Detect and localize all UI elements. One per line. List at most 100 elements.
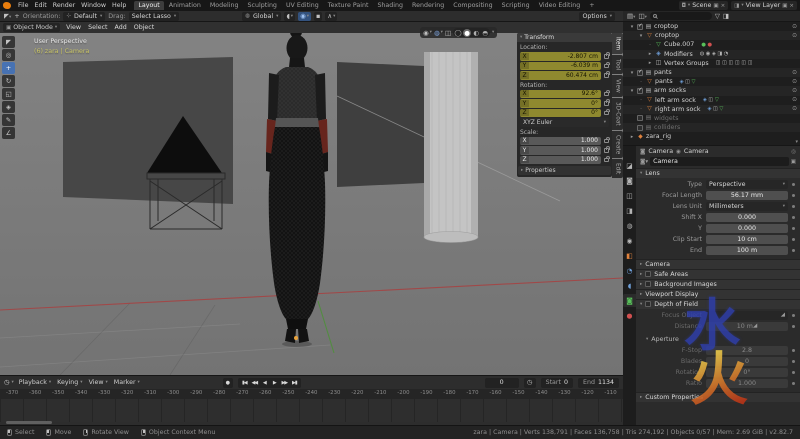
filter-icon[interactable]: ▽ <box>715 12 720 20</box>
location-field[interactable]: Y-6.039 m <box>520 62 601 71</box>
animate-dot[interactable] <box>792 194 795 197</box>
auto-keying-toggle[interactable]: ● <box>223 378 233 388</box>
outliner-row[interactable]: ▾ ▤ croptop ⊙ <box>623 22 800 31</box>
expander-icon[interactable]: · <box>638 97 644 103</box>
n-panel-tab[interactable]: View <box>612 75 623 97</box>
orientation-dropdown[interactable]: ⊹Default▾ <box>63 12 105 21</box>
topbar-menu-item[interactable]: Window <box>78 2 109 9</box>
transform-tool[interactable]: ◈ <box>2 101 15 113</box>
outliner-row[interactable]: ▸ ◈ Modifiers ◍◉◈◨◔ ⊙ <box>623 50 800 59</box>
property-field[interactable]: 10 m◢ <box>706 322 788 331</box>
view-layer-selector[interactable]: ◨▾ View Layer ▣ × <box>731 1 797 10</box>
lock-icon[interactable] <box>604 111 609 116</box>
outliner-item-label[interactable]: Modifiers <box>664 51 693 58</box>
animate-dot[interactable] <box>792 371 795 374</box>
breadcrumb-data[interactable]: Camera <box>684 148 709 155</box>
animate-dot[interactable] <box>792 183 795 186</box>
timeline-ruler[interactable]: -370-360-350-340-330-320-310-300-290-280… <box>0 389 623 399</box>
viewport-menu-item[interactable]: View <box>65 24 82 31</box>
outliner-row[interactable]: ▸ ◫ Vertex Groups ◫◫◫◫◫◫ ⊙ <box>623 59 800 68</box>
topbar-menu-item[interactable]: Help <box>109 2 129 9</box>
viewport-menu-item[interactable]: Object <box>133 24 156 31</box>
data-icon[interactable]: ◫ <box>722 60 727 66</box>
property-field[interactable]: Millimeters <box>706 202 788 211</box>
topbar-menu-item[interactable]: File <box>15 2 32 9</box>
data-icon[interactable]: ◫ <box>741 60 746 66</box>
falloff-dropdown[interactable]: ∧▾ <box>325 12 337 21</box>
data-icon[interactable]: ◈ <box>680 79 684 85</box>
outliner-row[interactable]: ▤ widgets ⊙ <box>623 114 800 123</box>
collection-checkbox[interactable] <box>637 70 643 76</box>
data-icon[interactable]: ◍ <box>700 51 705 57</box>
outliner-item-label[interactable]: arm socks <box>654 87 686 94</box>
eye-icon[interactable]: ⊙ <box>792 70 797 76</box>
display-mode-icon[interactable]: ◫▾ <box>638 12 646 20</box>
expander-icon[interactable]: · <box>638 106 644 112</box>
physics[interactable]: ◔ <box>623 264 636 277</box>
data-icon[interactable]: ◈ <box>708 106 712 112</box>
section-checkbox[interactable] <box>645 271 651 277</box>
scale-field[interactable]: Y1.000 <box>520 146 601 155</box>
property-field[interactable]: Perspective <box>706 180 788 189</box>
rotate-tool[interactable]: ↻ <box>2 75 15 87</box>
measure-tool[interactable]: ∠ <box>2 127 15 139</box>
rotation-mode-dropdown[interactable]: XYZ Euler▾ <box>520 118 609 127</box>
outliner-item-label[interactable]: croptop <box>655 32 679 39</box>
data-icon[interactable]: ◔ <box>724 51 729 57</box>
transport-button[interactable]: ◀ <box>260 380 269 386</box>
outliner-search-input[interactable] <box>650 12 712 20</box>
shading-dropdown-icon[interactable]: ▾ <box>492 30 494 35</box>
animate-dot[interactable] <box>792 382 795 385</box>
active-tool-icon[interactable]: ◤▾ <box>4 12 11 20</box>
workspace-tab[interactable]: Animation <box>165 1 205 10</box>
close-icon[interactable]: × <box>789 3 794 9</box>
animate-dot[interactable] <box>792 205 795 208</box>
expander-icon[interactable]: ▸ <box>629 134 635 140</box>
material[interactable]: ● <box>623 309 636 322</box>
options-dropdown[interactable]: Options▾ <box>579 12 615 21</box>
animate-dot[interactable] <box>792 216 795 219</box>
frame-end-field[interactable]: End1134 <box>578 378 619 388</box>
topbar-menu-item[interactable]: Edit <box>32 2 50 9</box>
transport-button[interactable]: ▶▶ <box>280 380 289 386</box>
animate-dot[interactable] <box>792 325 795 328</box>
rotation-field[interactable]: X92.6° <box>520 90 601 99</box>
animate-dot[interactable] <box>792 360 795 363</box>
workspace-tab[interactable]: UV Editing <box>282 1 323 10</box>
n-panel-tab[interactable]: Edit <box>612 159 623 178</box>
outliner-item-label[interactable]: left arm sock <box>655 97 696 104</box>
data-icon[interactable]: ◫ <box>729 60 734 66</box>
lens-section-header[interactable]: ▾Lens <box>636 168 800 178</box>
transport-button[interactable]: ▮◀ <box>240 380 249 386</box>
outliner-row[interactable]: · ▽ right arm sock ◈◫▽ ⊙ <box>623 105 800 114</box>
eye-icon[interactable]: ⊙ <box>792 24 797 30</box>
topbar-menu-item[interactable]: Render <box>50 2 78 9</box>
section-header[interactable]: ▸ Safe Areas <box>636 269 800 279</box>
outliner-item-label[interactable]: Cube.007 <box>664 41 694 48</box>
lock-icon[interactable] <box>604 158 609 163</box>
outliner-item-label[interactable]: Vertex Groups <box>664 60 709 67</box>
viewport-menu-item[interactable]: Add <box>114 24 128 31</box>
data-icon[interactable]: ◈ <box>712 51 716 57</box>
outliner-row[interactable]: ▾ ▽ croptop ⊙ <box>623 31 800 40</box>
property-field[interactable]: 0 <box>706 357 788 366</box>
outliner-row[interactable]: · ▽ Cube.007 ●● ⊙ <box>623 40 800 49</box>
camera-browse-icon[interactable]: ◙▾ <box>640 159 648 165</box>
editor-type-icon[interactable]: ▤▾ <box>627 12 635 20</box>
outliner-row[interactable]: · ▽ pants ◈◫▽ ⊙ <box>623 77 800 86</box>
data-icon[interactable]: ▽ <box>715 97 719 103</box>
aperture-header[interactable]: ▾Aperture <box>636 334 800 344</box>
data-icon[interactable]: ◫ <box>735 60 740 66</box>
gizmo-toggle[interactable]: ▪ <box>314 12 322 21</box>
property-field[interactable]: 56.17 mm <box>706 191 788 200</box>
property-field[interactable]: 10 cm <box>706 235 788 244</box>
render[interactable]: ◙ <box>623 174 636 187</box>
constraints[interactable]: ◖ <box>623 279 636 292</box>
mode-dropdown[interactable]: ▣ Object Mode▾ <box>3 23 60 32</box>
workspace-tab[interactable]: Shading <box>373 1 407 10</box>
overlays-dropdown[interactable]: ◍▾ <box>434 29 443 37</box>
drag-dropdown[interactable]: Select Lasso▾ <box>129 12 179 21</box>
property-field[interactable]: 1.000 <box>706 379 788 388</box>
workspace-tab[interactable]: + <box>585 1 598 10</box>
eye-icon[interactable]: ⊙ <box>792 79 797 85</box>
